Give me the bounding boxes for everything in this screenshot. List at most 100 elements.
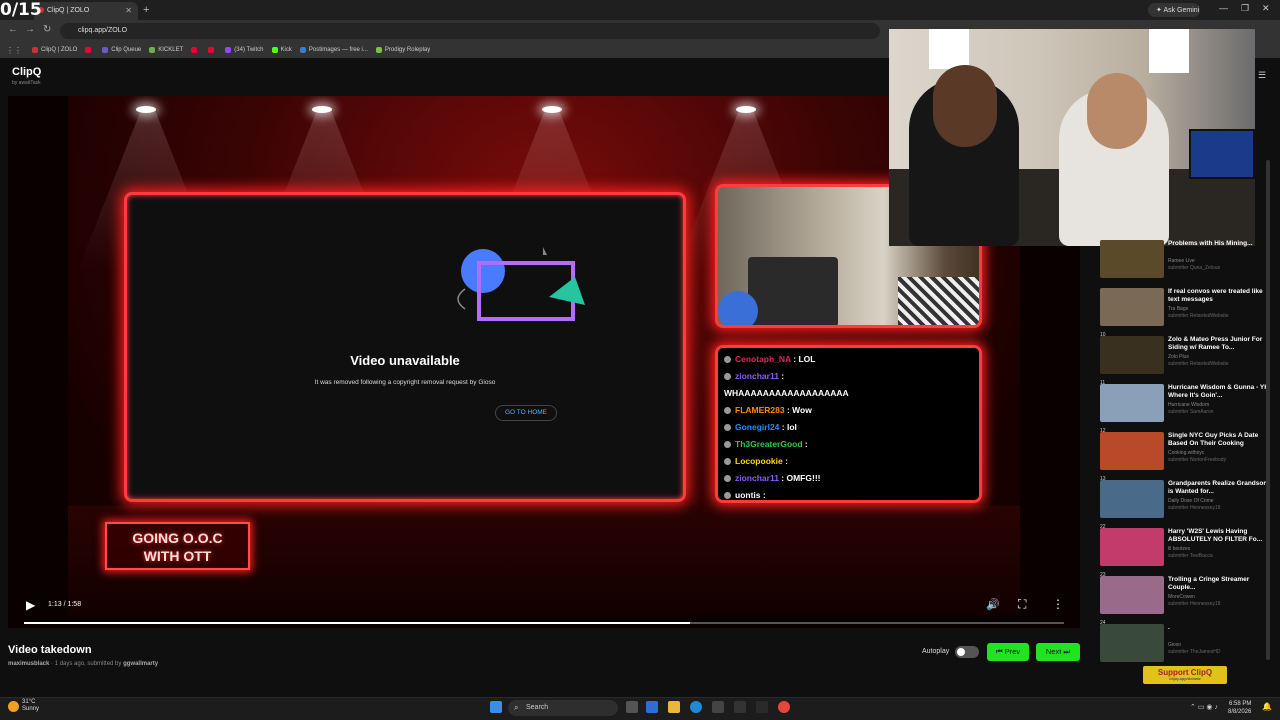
overlay-counter: 0/15 (0, 0, 42, 20)
clock-time: 6:58 PM (1229, 701, 1252, 707)
queue-thumbnail (1100, 336, 1164, 374)
bookmark-item[interactable]: Clip Queue (102, 47, 141, 53)
sidebar-scrollbar[interactable] (1266, 160, 1270, 660)
settings-sliders-icon[interactable]: ☰ (1258, 70, 1266, 81)
queue-title: Problems with His Mining... (1168, 240, 1253, 247)
chat-badge-icon (724, 407, 731, 415)
queue-title: Zolo & Mateo Press Junior For Siding w/ … (1168, 336, 1263, 351)
app-logo[interactable]: ClipQ (12, 66, 41, 78)
chat-text: : (782, 456, 788, 466)
chat-text: : (778, 371, 785, 381)
bookmark-item[interactable]: Postimages — free i... (299, 47, 368, 53)
ceiling-light (542, 106, 562, 113)
maximize-icon[interactable]: ❐ (1241, 3, 1249, 14)
prev-button[interactable]: ⏮ Prev (987, 643, 1029, 661)
store-icon[interactable] (712, 701, 724, 713)
browser-tab[interactable]: ClipQ | ZOLO ✕ (34, 2, 138, 20)
browser-tab-bar (0, 0, 1280, 20)
queue-thumbnail (1100, 432, 1164, 470)
bookmark-item[interactable]: Prodigy Roleplay (375, 47, 431, 53)
chat-message: WHAAAAAAAAAAAAAAAAAA (724, 385, 973, 402)
bookmark-favicon-icon (191, 47, 198, 53)
support-clipq-button[interactable]: Support ClipQ clipq.app/donate (1143, 666, 1227, 684)
volume-icon[interactable]: 🔊 (986, 598, 1000, 611)
chat-username: Cenotaph_NA (735, 354, 791, 364)
copilot-icon[interactable] (646, 701, 658, 713)
bookmark-item[interactable]: ClipQ | ZOLO (32, 47, 77, 53)
next-button[interactable]: Next ⏭ (1036, 643, 1080, 661)
bookmark-item[interactable]: KICKLET (149, 47, 183, 53)
more-options-icon[interactable]: ⋮ (1052, 597, 1064, 611)
chat-username: FLAMER283 (735, 405, 785, 415)
unavailable-title: Video unavailable (350, 353, 460, 368)
chat-username: Locopookie (735, 456, 783, 466)
new-tab-button[interactable]: + (143, 4, 149, 16)
close-window-icon[interactable]: ✕ (1262, 3, 1270, 14)
queue-title: Harry 'W2S' Lewis Having ABSOLUTELY NO F… (1168, 528, 1263, 543)
queue-sidebar: Problems with His Mining... Ramee Live sub… (1090, 240, 1269, 662)
taskbar-search[interactable]: Search (508, 700, 618, 716)
rug (898, 277, 979, 325)
play-icon[interactable]: ▶ (26, 598, 35, 612)
bookmark-favicon-icon (102, 47, 109, 53)
app-byline: by awaitTask (12, 80, 41, 86)
x-app-icon[interactable] (734, 701, 746, 713)
task-view-icon[interactable] (626, 701, 638, 713)
ceiling-light (736, 106, 756, 113)
channel-link[interactable]: maximusblack (8, 661, 49, 667)
app-icon[interactable] (756, 701, 768, 713)
queue-item[interactable]: 10 Zolo & Mateo Press Junior For Siding w… (1100, 332, 1268, 382)
bookmark-item[interactable] (191, 47, 200, 53)
file-explorer-icon[interactable] (668, 701, 680, 713)
go-to-home-button[interactable]: GO TO HOME (495, 405, 557, 421)
queue-item[interactable]: 23 Trolling a Cringe Streamer Couple... Mo… (1100, 572, 1268, 622)
submitter-link[interactable]: ggwallmarty (123, 661, 158, 667)
time-display: 1:13 / 1:58 (48, 601, 82, 608)
autoplay-toggle[interactable] (955, 646, 979, 658)
edge-icon[interactable] (690, 701, 702, 713)
queue-item[interactable]: 22 Harry 'W2S' Lewis Having ABSOLUTELY NO… (1100, 524, 1268, 574)
chat-username: Gonegirl24 (735, 422, 780, 432)
taskbar-clock[interactable]: 6:58 PM 8/8/2026 (1228, 700, 1251, 716)
back-icon[interactable]: ← (8, 24, 18, 35)
queue-title: Grandparents Realize Grandson is Wanted … (1168, 480, 1268, 495)
show-logo: GOING O.O.C WITH OTT (105, 522, 250, 570)
queue-item[interactable]: If real convos were treated like text me… (1100, 288, 1268, 334)
apps-icon[interactable]: ⋮⋮ (6, 46, 22, 55)
ask-gemini-button[interactable]: ✦ Ask Gemini (1148, 3, 1200, 17)
bookmark-item[interactable] (85, 47, 94, 53)
windows-start-icon[interactable] (490, 701, 502, 713)
queue-channel: Daily Dose Of Crime (1168, 498, 1214, 504)
bookmark-item[interactable]: (34) Twitch (225, 47, 264, 53)
fullscreen-icon[interactable]: ⛶ (1018, 597, 1026, 612)
queue-item[interactable]: 13 Grandparents Realize Grandson is Wante… (1100, 476, 1268, 526)
bookmark-item[interactable]: Kick (271, 47, 292, 53)
forward-icon[interactable]: → (25, 24, 35, 35)
tray-icons[interactable]: ⌃ ▭ ◉ ♪ (1190, 703, 1218, 711)
chrome-icon[interactable] (778, 701, 790, 713)
queue-channel: Ramee Live (1168, 258, 1195, 264)
minimize-icon[interactable]: — (1219, 3, 1228, 13)
bookmark-favicon-icon (271, 47, 278, 53)
queue-item[interactable]: 11 Hurricane Wisdom & Gunna - YK Where It… (1100, 380, 1269, 430)
notification-icon[interactable]: 🔔 (1262, 702, 1272, 711)
bookmark-label: KICKLET (158, 47, 184, 53)
queue-item[interactable]: 12 Single NYC Guy Picks A Date Based On T… (1100, 428, 1268, 478)
chat-message: Gonegirl24 : lol (724, 419, 973, 436)
url-field[interactable]: clipq.app/ZOLO (60, 23, 880, 39)
bookmark-item[interactable] (208, 47, 217, 53)
embedded-video-screen: Video unavailable It was removed followi… (124, 192, 686, 502)
bookmark-label: Prodigy Roleplay (384, 47, 431, 53)
ask-gemini-label: Ask Gemini (1163, 7, 1200, 14)
queue-thumbnail (1100, 384, 1164, 422)
close-tab-icon[interactable]: ✕ (125, 6, 132, 15)
queue-thumbnail (1100, 576, 1164, 614)
chat-username: uontis (735, 490, 761, 500)
reload-icon[interactable]: ↻ (43, 24, 51, 35)
chat-message: Locopookie : (724, 453, 973, 470)
queue-item[interactable]: Problems with His Mining... Ramee Live sub… (1100, 240, 1268, 286)
queue-title: . (1168, 624, 1170, 631)
queue-title: Single NYC Guy Picks A Date Based On The… (1168, 432, 1259, 447)
unavailable-message: It was removed following a copyright rem… (314, 379, 496, 386)
queue-item[interactable]: 24. Gioso submitter TheJamesHD (1100, 620, 1268, 670)
